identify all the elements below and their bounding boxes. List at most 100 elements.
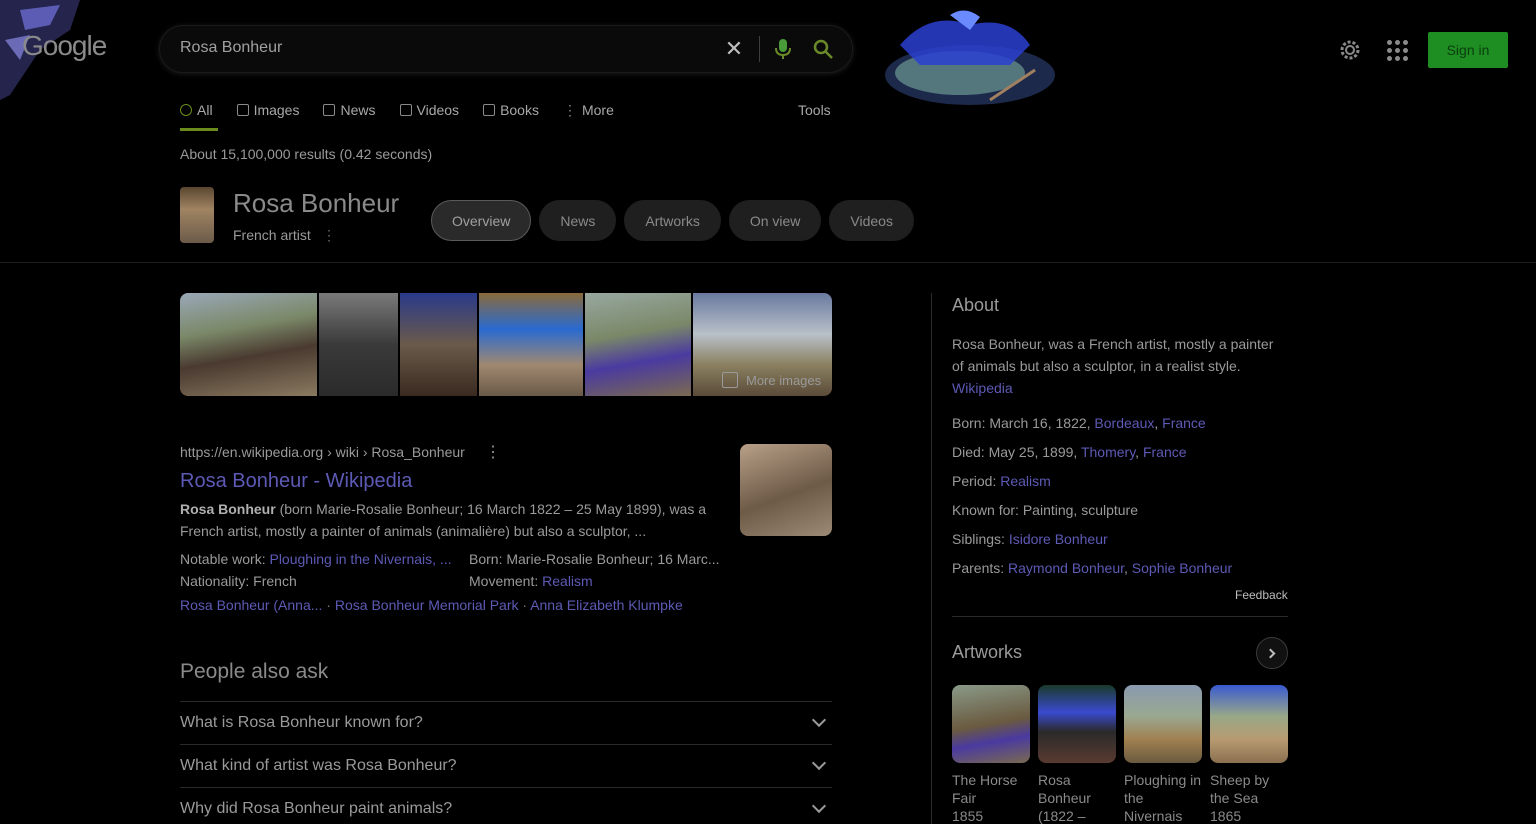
kp-fact-parents: Parents: Raymond Bonheur, Sophie Bonheur xyxy=(952,560,1233,576)
search-input[interactable] xyxy=(180,39,700,57)
kp-fact-link[interactable]: Bordeaux xyxy=(1094,415,1154,431)
tab-news[interactable]: News xyxy=(323,100,376,120)
more-images-link[interactable]: More images xyxy=(722,372,821,388)
sitelink[interactable]: Rosa Bonheur Memorial Park xyxy=(335,597,519,613)
clear-icon[interactable]: ✕ xyxy=(724,37,744,61)
artworks-next-button[interactable] xyxy=(1256,637,1288,669)
result-facts: Notable work: Ploughing in the Nivernais… xyxy=(180,548,740,592)
more-options-icon[interactable]: ⋮ xyxy=(322,227,336,244)
artwork-title: Sheep by the Sea xyxy=(1210,772,1270,806)
fact-born: Born: Marie-Rosalie Bonheur; 16 Marc... xyxy=(469,548,740,570)
image-thumbnail[interactable] xyxy=(479,293,583,396)
artwork-card[interactable]: The Horse Fair 1855 xyxy=(952,685,1030,824)
tab-all[interactable]: All xyxy=(180,100,218,131)
chip-artworks[interactable]: Artworks xyxy=(624,200,721,241)
sitelink-separator: · xyxy=(518,597,531,613)
kp-description-text: Rosa Bonheur, was a French artist, mostl… xyxy=(952,336,1274,374)
fact-label: Notable work: xyxy=(180,551,270,567)
apps-grid-icon[interactable] xyxy=(1385,38,1409,62)
artwork-card[interactable]: Rosa Bonheur (1822 – xyxy=(1038,685,1116,824)
kp-divider xyxy=(952,616,1288,617)
sitelink[interactable]: Rosa Bonheur (Anna... xyxy=(180,597,322,613)
sitelinks: Rosa Bonheur (Anna... · Rosa Bonheur Mem… xyxy=(180,597,683,613)
entity-title: Rosa Bonheur xyxy=(233,188,400,218)
more-icon: ⋮ xyxy=(562,101,577,118)
fact-link[interactable]: Realism xyxy=(542,573,593,589)
tab-more[interactable]: ⋮ More xyxy=(563,100,614,120)
kp-facts: Born: March 16, 1822, Bordeaux, France D… xyxy=(952,412,1232,586)
tab-books[interactable]: Books xyxy=(483,100,539,120)
artwork-caption: The Horse Fair 1855 xyxy=(952,771,1030,824)
sign-in-button[interactable]: Sign in xyxy=(1428,32,1508,68)
artwork-thumbnail xyxy=(952,685,1030,763)
artworks-carousel: The Horse Fair 1855 Rosa Bonheur (1822 – … xyxy=(952,685,1288,824)
kp-fact-siblings: Siblings: Isidore Bonheur xyxy=(952,528,1232,557)
feedback-link[interactable]: Feedback xyxy=(1235,588,1288,602)
artwork-title: The Horse Fair xyxy=(952,772,1018,806)
entity-thumbnail[interactable] xyxy=(180,187,214,243)
kp-fact-period: Period: Realism xyxy=(952,470,1232,499)
kp-fact-link[interactable]: France xyxy=(1143,444,1187,460)
kp-fact-died: Died: May 25, 1899, Thomery, France xyxy=(952,444,1187,460)
gear-icon[interactable] xyxy=(1338,38,1362,62)
artwork-thumbnail xyxy=(1038,685,1116,763)
fact-value: French xyxy=(253,573,297,589)
tools-button[interactable]: Tools xyxy=(798,102,831,118)
kp-fact-link[interactable]: France xyxy=(1162,415,1206,431)
entity-chips: Overview News Artworks On view Videos xyxy=(431,200,914,241)
paa-question-text: What kind of artist was Rosa Bonheur? xyxy=(180,757,457,774)
kp-fact-label: Period: xyxy=(952,473,1001,489)
more-images-label: More images xyxy=(746,372,822,388)
tab-label: Books xyxy=(500,102,539,118)
paa-question[interactable]: Why did Rosa Bonheur paint animals? xyxy=(180,787,832,824)
fact-movement: Movement: Realism xyxy=(469,570,740,592)
result-title-link[interactable]: Rosa Bonheur - Wikipedia xyxy=(180,470,412,493)
kp-fact-text: Painting, sculpture xyxy=(1022,502,1139,518)
paa-question-text: Why did Rosa Bonheur paint animals? xyxy=(180,800,453,817)
kp-fact-label: Parents: xyxy=(952,560,1009,576)
tab-label: All xyxy=(197,102,213,118)
chip-videos[interactable]: Videos xyxy=(829,200,914,241)
header-divider xyxy=(0,262,1536,263)
artworks-title[interactable]: Artworks xyxy=(952,642,1022,663)
kp-fact-link[interactable]: Realism xyxy=(1000,473,1051,489)
image-thumbnail[interactable] xyxy=(400,293,477,396)
video-icon xyxy=(399,104,412,116)
fact-value: Marie-Rosalie Bonheur; 16 Marc... xyxy=(506,551,720,567)
sitelink[interactable]: Anna Elizabeth Klumpke xyxy=(530,597,683,613)
mic-icon[interactable] xyxy=(773,38,793,60)
image-thumbnail[interactable] xyxy=(585,293,691,396)
search-icon[interactable] xyxy=(812,38,834,60)
kp-fact-link[interactable]: Thomery xyxy=(1081,444,1135,460)
image-thumbnail[interactable] xyxy=(319,293,398,396)
kp-fact-link[interactable]: Sophie Bonheur xyxy=(1132,560,1232,576)
chevron-down-icon xyxy=(811,712,827,728)
fact-link[interactable]: Ploughing in the Nivernais, ... xyxy=(269,551,451,567)
result-thumbnail[interactable] xyxy=(740,444,832,536)
result-url[interactable]: https://en.wikipedia.org › wiki › Rosa_B… xyxy=(180,444,465,460)
chip-news[interactable]: News xyxy=(539,200,617,241)
kp-fact-known-for: Known for: Painting, sculpture xyxy=(952,499,1232,528)
artwork-card[interactable]: Sheep by the Sea 1865 xyxy=(1210,685,1288,824)
result-stats: About 15,100,000 results (0.42 seconds) xyxy=(180,146,433,162)
result-menu-icon[interactable]: ⋮ xyxy=(485,442,501,462)
artwork-thumbnail xyxy=(1124,685,1202,763)
google-logo[interactable]: Google xyxy=(22,30,107,62)
entity-subtitle: French artist xyxy=(233,227,311,243)
image-thumbnail[interactable] xyxy=(180,293,317,396)
kp-source-link[interactable]: Wikipedia xyxy=(952,380,1013,396)
chip-overview[interactable]: Overview xyxy=(431,200,532,241)
tab-images[interactable]: Images xyxy=(236,100,300,120)
paa-question[interactable]: What kind of artist was Rosa Bonheur? xyxy=(180,744,832,787)
search-box[interactable] xyxy=(159,25,853,73)
image-icon xyxy=(722,372,738,388)
chip-on-view[interactable]: On view xyxy=(728,200,822,241)
paa-question[interactable]: What is Rosa Bonheur known for? xyxy=(180,701,832,744)
tab-videos[interactable]: Videos xyxy=(399,100,459,120)
artwork-card[interactable]: Ploughing in the Nivernais xyxy=(1124,685,1202,824)
fact-label: Born: xyxy=(469,551,507,567)
kp-fact-link[interactable]: Raymond Bonheur xyxy=(1008,560,1124,576)
kp-fact-link[interactable]: Isidore Bonheur xyxy=(1009,531,1108,547)
search-divider xyxy=(759,36,760,62)
tab-label: Images xyxy=(253,102,300,118)
